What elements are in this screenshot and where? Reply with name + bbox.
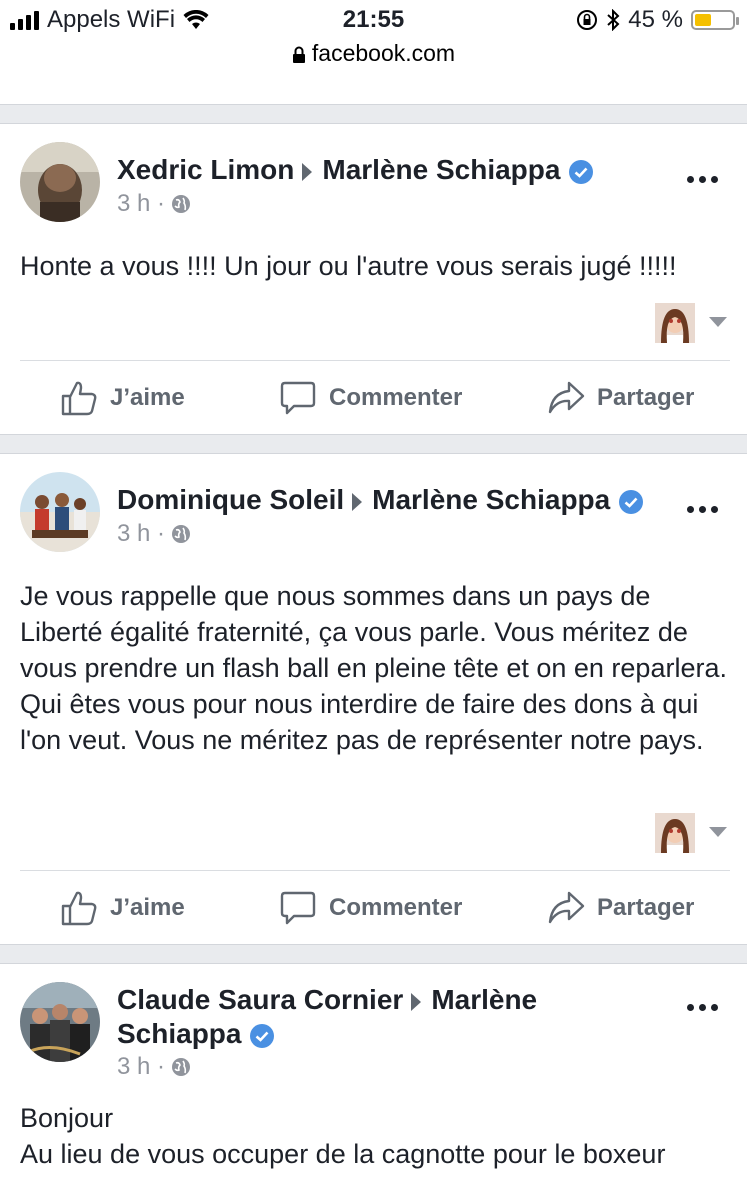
post-time[interactable]: 3 h ·: [117, 190, 165, 218]
comment-bubble-icon: [280, 381, 316, 415]
status-right: 45 %: [576, 6, 739, 34]
share-label: Partager: [597, 384, 695, 411]
post-text: Je vous rappelle que nous sommes dans un…: [20, 581, 727, 755]
post-time[interactable]: 3 h ·: [117, 520, 165, 548]
share-button[interactable]: Partager: [547, 379, 694, 417]
previous-post-actions-edge: [0, 70, 747, 105]
target-name[interactable]: Marlène Schiappa: [372, 484, 610, 515]
target-name[interactable]: Marlène Schiappa: [322, 154, 560, 185]
author-name[interactable]: Xedric Limon: [117, 154, 294, 185]
feed-separator: [0, 944, 747, 964]
avatar[interactable]: [20, 142, 100, 222]
share-arrow-icon: [548, 381, 585, 414]
reactor-avatar: [655, 303, 695, 343]
caret-right-icon: [302, 162, 313, 181]
post-text-line: Au lieu de vous occuper de la cagnotte p…: [20, 1139, 666, 1169]
post-text: Bonjour Au lieu de vous occuper de la ca…: [20, 1100, 732, 1172]
caret-right-icon: [352, 492, 363, 511]
avatar[interactable]: [20, 472, 100, 552]
feed-separator: [0, 434, 747, 454]
globe-icon: [172, 1058, 191, 1076]
chevron-down-icon[interactable]: [709, 317, 727, 329]
verified-badge-icon: [250, 1023, 275, 1048]
url-text: facebook.com: [311, 40, 456, 66]
post-actions: J’aime Commenter Partager: [0, 361, 747, 433]
target-name-part2[interactable]: Schiappa: [117, 1018, 241, 1049]
feed-separator: [0, 104, 747, 124]
verified-badge-icon: [569, 159, 594, 184]
post-text-line: Bonjour: [20, 1103, 114, 1133]
post-1: Xedric Limon Marlène Schiappa 3 h · Honte…: [0, 124, 747, 434]
bluetooth-icon: [607, 9, 620, 31]
comment-button[interactable]: Commenter: [279, 379, 462, 417]
post-actions: J’aime Commenter Partager: [0, 871, 747, 943]
share-arrow-icon: [548, 891, 585, 924]
battery-icon: [691, 10, 739, 30]
post-header: Xedric Limon Marlène Schiappa: [117, 153, 677, 187]
more-options-button[interactable]: [687, 506, 721, 516]
author-name[interactable]: Dominique Soleil: [117, 484, 344, 515]
thumbs-up-icon: [61, 381, 97, 416]
share-button[interactable]: Partager: [547, 889, 694, 927]
chevron-down-icon[interactable]: [709, 827, 727, 839]
post-time[interactable]: 3 h ·: [117, 1053, 165, 1081]
post-header: Dominique Soleil Marlène Schiappa: [117, 483, 677, 517]
globe-icon: [172, 195, 191, 213]
post-meta: 3 h ·: [117, 1053, 191, 1081]
like-button[interactable]: J’aime: [60, 379, 185, 417]
more-options-button[interactable]: [687, 176, 721, 186]
battery-percent: 45 %: [628, 6, 683, 33]
comment-label: Commenter: [329, 384, 463, 411]
post-text: Honte a vous !!!! Un jour ou l'autre vou…: [20, 251, 677, 281]
reactions-summary[interactable]: [655, 813, 727, 853]
globe-icon: [172, 525, 191, 543]
thumbs-up-icon: [61, 891, 97, 926]
url-bar[interactable]: facebook.com: [0, 40, 747, 70]
post-2: Dominique Soleil Marlène Schiappa 3 h · J…: [0, 454, 747, 944]
post-meta: 3 h ·: [117, 190, 191, 218]
post-3: Claude Saura Cornier Marlène Schiappa 3 h …: [0, 964, 747, 1180]
like-label: J’aime: [110, 384, 185, 411]
more-options-button[interactable]: [687, 1004, 721, 1014]
verified-badge-icon: [619, 489, 644, 514]
status-bar: Appels WiFi 21:55 45 %: [0, 0, 747, 40]
caret-right-icon: [411, 992, 422, 1011]
reactor-avatar: [655, 813, 695, 853]
reactions-summary[interactable]: [655, 303, 727, 343]
post-header: Claude Saura Cornier Marlène Schiappa: [117, 983, 677, 1051]
comment-label: Commenter: [329, 894, 463, 921]
share-label: Partager: [597, 894, 695, 921]
post-meta: 3 h ·: [117, 520, 191, 548]
lock-icon: [292, 46, 305, 63]
target-name-part1[interactable]: Marlène: [431, 984, 537, 1015]
avatar[interactable]: [20, 982, 100, 1062]
like-button[interactable]: J’aime: [60, 889, 185, 927]
rotation-lock-icon: [577, 10, 598, 30]
like-label: J’aime: [110, 894, 185, 921]
comment-bubble-icon: [280, 891, 316, 925]
comment-button[interactable]: Commenter: [279, 889, 462, 927]
author-name[interactable]: Claude Saura Cornier: [117, 984, 403, 1015]
